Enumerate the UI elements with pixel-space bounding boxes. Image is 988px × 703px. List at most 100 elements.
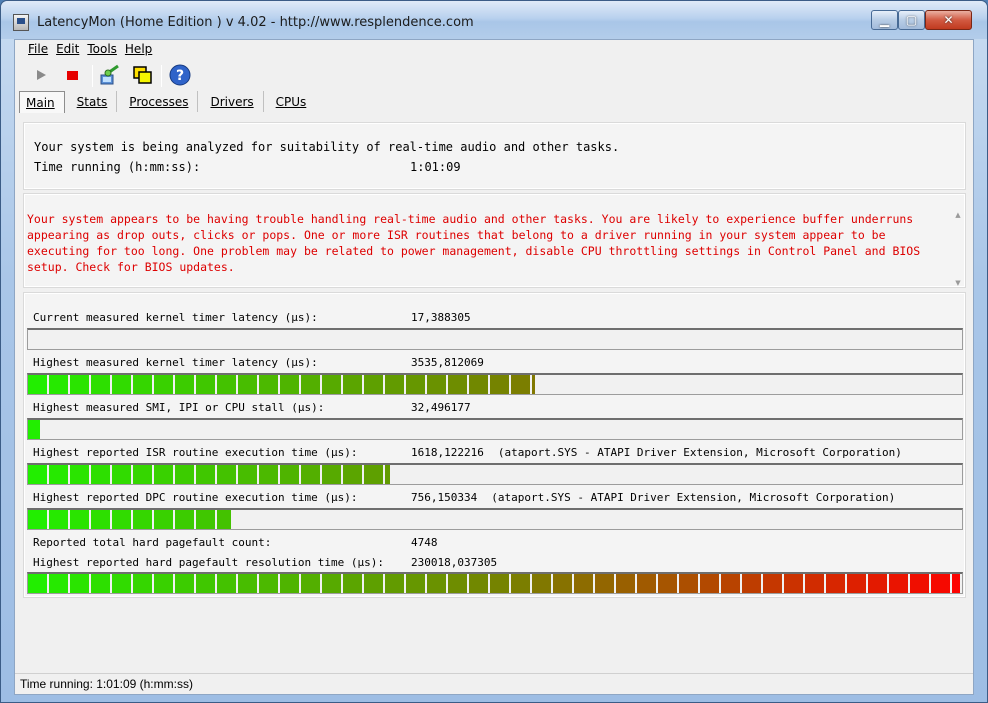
client-area: File Edit Tools Help ? Main Stats Proces… — [14, 39, 974, 695]
metric-driver-detail: (ataport.SYS - ATAPI Driver Extension, M… — [491, 491, 896, 504]
tab-drivers[interactable]: Drivers — [198, 91, 264, 112]
bar-segment — [238, 574, 259, 593]
bar-segment — [196, 375, 217, 394]
scroll-up-icon[interactable]: ▲ — [955, 211, 960, 219]
pagefault-bar — [27, 572, 963, 594]
bar-fill — [28, 574, 962, 593]
svg-text:?: ? — [176, 68, 184, 84]
bar-segment — [301, 375, 322, 394]
pagefault-count-value: 4748 — [411, 536, 438, 549]
bar-segment — [91, 574, 112, 593]
toolbar-separator — [92, 65, 93, 87]
pagefault-resolution-value: 230018,037305 — [411, 556, 498, 569]
bar-fill — [28, 420, 42, 439]
bar-segment — [910, 574, 931, 593]
bar-fill — [28, 465, 393, 484]
bar-segment — [364, 465, 385, 484]
metrics-panel: Current measured kernel timer latency (µ… — [23, 292, 966, 598]
bar-segment — [28, 375, 49, 394]
bar-segment — [469, 375, 490, 394]
close-button[interactable]: ✕ — [925, 10, 972, 30]
menu-tools[interactable]: Tools — [87, 42, 117, 56]
bar-segment — [133, 574, 154, 593]
bar-segment — [364, 375, 385, 394]
metric-driver-detail: (ataport.SYS - ATAPI Driver Extension, M… — [497, 446, 902, 459]
latency-bar — [27, 328, 963, 350]
play-icon[interactable] — [30, 64, 52, 86]
bar-segment — [49, 465, 70, 484]
scroll-down-icon[interactable]: ▼ — [955, 279, 960, 287]
analyze-icon[interactable] — [99, 64, 121, 86]
bar-segment — [196, 574, 217, 593]
bar-segment — [931, 574, 952, 593]
minimize-button[interactable]: ▁ — [871, 10, 898, 30]
latency-bar — [27, 508, 963, 530]
bar-segment — [511, 574, 532, 593]
tab-cpus[interactable]: CPUs — [264, 91, 316, 112]
bar-segment — [805, 574, 826, 593]
bar-segment — [280, 574, 301, 593]
bar-segment — [112, 510, 133, 529]
metric-label: Highest measured kernel timer latency (µ… — [33, 356, 318, 369]
bar-segment — [28, 510, 49, 529]
pagefault-count-label: Reported total hard pagefault count: — [33, 536, 272, 549]
metric-number: 17,388305 — [411, 311, 471, 324]
bar-segment — [301, 465, 322, 484]
status-bar: Time running: 1:01:09 (h:mm:ss) — [15, 673, 973, 694]
bar-segment — [28, 574, 49, 593]
bar-segment — [217, 375, 238, 394]
bar-segment — [154, 375, 175, 394]
bar-segment — [49, 375, 70, 394]
bar-segment — [28, 420, 42, 439]
app-window: LatencyMon (Home Edition ) v 4.02 - http… — [0, 0, 988, 703]
menu-help[interactable]: Help — [125, 42, 152, 56]
bar-segment — [847, 574, 868, 593]
bar-segment — [70, 465, 91, 484]
bar-segment — [427, 574, 448, 593]
metric-label: Highest reported DPC routine execution t… — [33, 491, 358, 504]
bar-segment — [259, 375, 280, 394]
bar-segment — [385, 465, 393, 484]
bar-segment — [259, 465, 280, 484]
tab-label: Stats — [76, 94, 108, 109]
maximize-button[interactable]: ▢ — [898, 10, 925, 30]
bar-segment — [595, 574, 616, 593]
menu-bar: File Edit Tools Help — [15, 40, 973, 58]
bar-segment — [343, 574, 364, 593]
windows-icon[interactable] — [131, 64, 153, 86]
help-icon[interactable]: ? — [169, 64, 191, 86]
bar-segment — [91, 510, 112, 529]
metric-label: Current measured kernel timer latency (µ… — [33, 311, 318, 324]
metric-value: 1618,122216 (ataport.SYS - ATAPI Driver E… — [411, 446, 902, 459]
title-bar[interactable]: LatencyMon (Home Edition ) v 4.02 - http… — [1, 1, 987, 39]
bar-segment — [469, 574, 490, 593]
bar-segment — [490, 375, 511, 394]
bar-segment — [448, 574, 469, 593]
tab-processes[interactable]: Processes — [117, 91, 199, 112]
tab-main[interactable]: Main — [19, 91, 65, 113]
pagefault-resolution-label: Highest reported hard pagefault resoluti… — [33, 556, 384, 569]
latency-bar — [27, 373, 963, 395]
tab-label: Processes — [129, 94, 189, 109]
menu-file[interactable]: File — [28, 42, 48, 56]
warning-message: Your system appears to be having trouble… — [27, 212, 921, 274]
bar-segment — [637, 574, 658, 593]
summary-panel: Your system is being analyzed for suitab… — [23, 122, 966, 190]
bar-segment — [280, 465, 301, 484]
latency-bar — [27, 463, 963, 485]
bar-segment — [553, 574, 574, 593]
stop-icon[interactable] — [61, 64, 83, 86]
menu-edit[interactable]: Edit — [56, 42, 79, 56]
metric-number: 1618,122216 — [411, 446, 484, 459]
bar-segment — [196, 510, 217, 529]
metric-label: Highest reported ISR routine execution t… — [33, 446, 358, 459]
bar-segment — [133, 465, 154, 484]
tab-stats[interactable]: Stats — [65, 91, 118, 112]
tab-label: Main — [26, 95, 55, 110]
metric-value: 756,150334 (ataport.SYS - ATAPI Driver Ex… — [411, 491, 895, 504]
warning-scrollbar[interactable]: ▲ ▼ — [952, 211, 964, 287]
bar-segment — [238, 465, 259, 484]
metric-value: 3535,812069 — [411, 356, 484, 369]
bar-segment — [112, 574, 133, 593]
metric-label: Highest measured SMI, IPI or CPU stall (… — [33, 401, 325, 414]
